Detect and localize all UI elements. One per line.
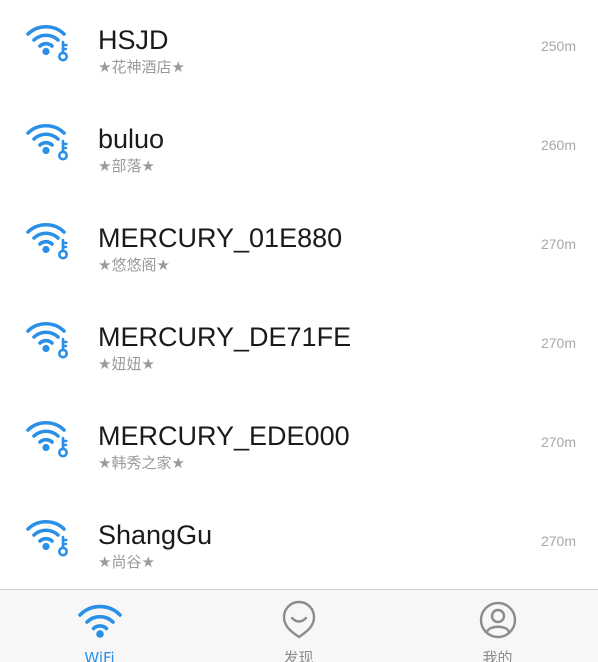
network-distance: 270m — [540, 236, 576, 252]
wifi-key-icon — [24, 515, 72, 557]
tab-wifi-label: WiFi — [84, 649, 115, 662]
network-alias: ★悠悠阁★ — [98, 256, 170, 274]
wifi-network-list: HSJD ★花神酒店★ 250m buluo ★部落★ 260m MERCURY… — [0, 0, 598, 590]
wifi-key-icon — [24, 416, 72, 458]
network-item[interactable]: MERCURY_DE71FE ★妞妞★ 270m — [0, 297, 598, 396]
wifi-key-icon — [24, 20, 72, 62]
network-ssid: MERCURY_EDE000 — [98, 421, 350, 451]
tab-profile-label: 我的 — [482, 649, 513, 662]
network-ssid: MERCURY_DE71FE — [98, 322, 352, 352]
profile-icon — [478, 600, 518, 640]
network-ssid: HSJD — [98, 25, 169, 55]
network-alias: ★花神酒店★ — [98, 58, 185, 76]
tab-discover-label: 发现 — [283, 649, 314, 662]
wifi-icon — [77, 600, 123, 640]
network-alias: ★韩秀之家★ — [98, 454, 185, 472]
discover-icon — [279, 600, 319, 640]
network-alias: ★尚谷★ — [98, 553, 155, 571]
network-alias: ★部落★ — [98, 157, 155, 175]
network-distance: 270m — [540, 335, 576, 351]
network-ssid: ShangGu — [98, 520, 213, 550]
network-item[interactable]: MERCURY_01E880 ★悠悠阁★ 270m — [0, 198, 598, 297]
network-item[interactable]: buluo ★部落★ 260m — [0, 99, 598, 198]
network-item[interactable]: ShangGu ★尚谷★ 270m — [0, 495, 598, 594]
network-distance: 270m — [540, 533, 576, 549]
network-distance: 270m — [540, 434, 576, 450]
wifi-key-icon — [24, 218, 72, 260]
network-alias: ★妞妞★ — [98, 355, 155, 373]
network-ssid: MERCURY_01E880 — [98, 223, 343, 253]
tab-discover[interactable]: 发现 — [199, 590, 398, 662]
wifi-app-screen: HSJD ★花神酒店★ 250m buluo ★部落★ 260m MERCURY… — [0, 0, 598, 662]
network-distance: 250m — [540, 38, 576, 54]
wifi-key-icon — [24, 317, 72, 359]
tab-wifi[interactable]: WiFi — [0, 590, 199, 662]
network-ssid: buluo — [98, 124, 165, 154]
network-item[interactable]: MERCURY_EDE000 ★韩秀之家★ 270m — [0, 396, 598, 495]
network-item[interactable]: HSJD ★花神酒店★ 250m — [0, 0, 598, 99]
bottom-tab-bar: WiFi 发现 我的 — [0, 589, 598, 662]
wifi-key-icon — [24, 119, 72, 161]
network-distance: 260m — [540, 137, 576, 153]
tab-profile[interactable]: 我的 — [398, 590, 597, 662]
